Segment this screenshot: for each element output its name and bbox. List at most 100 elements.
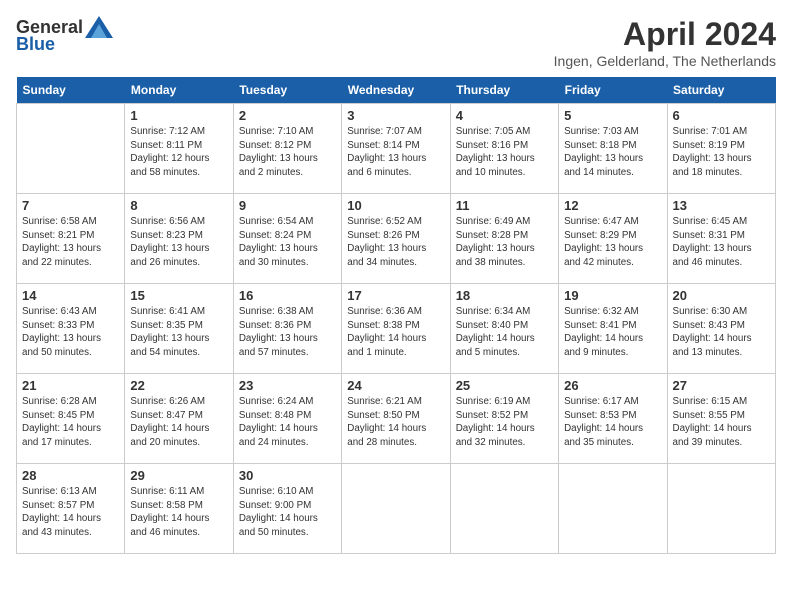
calendar-day-cell: 4 Sunrise: 7:05 AM Sunset: 8:16 PM Daylig… [450, 104, 558, 194]
day-info: Sunrise: 7:05 AM Sunset: 8:16 PM Dayligh… [456, 125, 553, 180]
calendar-day-cell: 19 Sunrise: 6:32 AM Sunset: 8:41 PM Dayli… [559, 284, 667, 374]
day-info: Sunrise: 6:11 AM Sunset: 8:58 PM Dayligh… [130, 485, 227, 540]
calendar-day-cell: 2Sunrise: 7:10 AM Sunset: 8:12 PM Daylig… [233, 104, 341, 194]
calendar: SundayMondayTuesdayWednesdayThursdayFrid… [16, 77, 776, 554]
calendar-day-cell: 29 Sunrise: 6:11 AM Sunset: 8:58 PM Dayli… [125, 464, 233, 554]
day-info: Sunrise: 6:32 AM Sunset: 8:41 PM Dayligh… [564, 305, 661, 360]
day-info: Sunrise: 6:15 AM Sunset: 8:55 PM Dayligh… [673, 395, 770, 450]
calendar-day-cell [17, 104, 125, 194]
calendar-week-row: 21 Sunrise: 6:28 AM Sunset: 8:45 PM Dayli… [17, 374, 776, 464]
weekday-cell: Tuesday [233, 77, 341, 104]
location-title: Ingen, Gelderland, The Netherlands [554, 53, 776, 69]
calendar-week-row: 14Sunrise: 6:43 AM Sunset: 8:33 PM Dayli… [17, 284, 776, 374]
calendar-day-cell: 25 Sunrise: 6:19 AM Sunset: 8:52 PM Dayli… [450, 374, 558, 464]
day-number: 20 [673, 288, 770, 303]
day-number: 30 [239, 468, 336, 483]
day-info: Sunrise: 6:10 AM Sunset: 9:00 PM Dayligh… [239, 485, 336, 540]
day-number: 24 [347, 378, 444, 393]
day-info: Sunrise: 6:58 AM Sunset: 8:21 PM Dayligh… [22, 215, 119, 270]
day-info: Sunrise: 6:49 AM Sunset: 8:28 PM Dayligh… [456, 215, 553, 270]
day-number: 28 [22, 468, 119, 483]
day-info: Sunrise: 6:34 AM Sunset: 8:40 PM Dayligh… [456, 305, 553, 360]
day-info: Sunrise: 7:03 AM Sunset: 8:18 PM Dayligh… [564, 125, 661, 180]
day-info: Sunrise: 6:43 AM Sunset: 8:33 PM Dayligh… [22, 305, 119, 360]
calendar-day-cell: 5 Sunrise: 7:03 AM Sunset: 8:18 PM Daylig… [559, 104, 667, 194]
day-number: 29 [130, 468, 227, 483]
calendar-day-cell [667, 464, 775, 554]
day-info: Sunrise: 6:28 AM Sunset: 8:45 PM Dayligh… [22, 395, 119, 450]
day-info: Sunrise: 6:45 AM Sunset: 8:31 PM Dayligh… [673, 215, 770, 270]
day-number: 4 [456, 108, 553, 123]
calendar-day-cell: 28 Sunrise: 6:13 AM Sunset: 8:57 PM Dayli… [17, 464, 125, 554]
day-number: 18 [456, 288, 553, 303]
logo-icon [85, 16, 113, 38]
day-info: Sunrise: 7:01 AM Sunset: 8:19 PM Dayligh… [673, 125, 770, 180]
day-info: Sunrise: 6:47 AM Sunset: 8:29 PM Dayligh… [564, 215, 661, 270]
calendar-week-row: 7 Sunrise: 6:58 AM Sunset: 8:21 PM Daylig… [17, 194, 776, 284]
day-number: 15 [130, 288, 227, 303]
calendar-day-cell [342, 464, 450, 554]
logo-blue: Blue [16, 34, 55, 55]
day-info: Sunrise: 6:56 AM Sunset: 8:23 PM Dayligh… [130, 215, 227, 270]
calendar-week-row: 1Sunrise: 7:12 AM Sunset: 8:11 PM Daylig… [17, 104, 776, 194]
day-number: 13 [673, 198, 770, 213]
day-info: Sunrise: 6:19 AM Sunset: 8:52 PM Dayligh… [456, 395, 553, 450]
weekday-cell: Friday [559, 77, 667, 104]
weekday-cell: Sunday [17, 77, 125, 104]
calendar-day-cell: 13 Sunrise: 6:45 AM Sunset: 8:31 PM Dayli… [667, 194, 775, 284]
calendar-day-cell: 16Sunrise: 6:38 AM Sunset: 8:36 PM Dayli… [233, 284, 341, 374]
calendar-day-cell: 24Sunrise: 6:21 AM Sunset: 8:50 PM Dayli… [342, 374, 450, 464]
day-number: 12 [564, 198, 661, 213]
day-info: Sunrise: 7:10 AM Sunset: 8:12 PM Dayligh… [239, 125, 336, 180]
calendar-day-cell: 11Sunrise: 6:49 AM Sunset: 8:28 PM Dayli… [450, 194, 558, 284]
calendar-day-cell: 27 Sunrise: 6:15 AM Sunset: 8:55 PM Dayli… [667, 374, 775, 464]
calendar-body: 1Sunrise: 7:12 AM Sunset: 8:11 PM Daylig… [17, 104, 776, 554]
day-info: Sunrise: 6:17 AM Sunset: 8:53 PM Dayligh… [564, 395, 661, 450]
day-number: 9 [239, 198, 336, 213]
day-number: 22 [130, 378, 227, 393]
day-number: 26 [564, 378, 661, 393]
day-number: 27 [673, 378, 770, 393]
calendar-day-cell: 8 Sunrise: 6:56 AM Sunset: 8:23 PM Daylig… [125, 194, 233, 284]
calendar-day-cell: 26 Sunrise: 6:17 AM Sunset: 8:53 PM Dayli… [559, 374, 667, 464]
day-number: 1 [130, 108, 227, 123]
calendar-week-row: 28 Sunrise: 6:13 AM Sunset: 8:57 PM Dayli… [17, 464, 776, 554]
day-info: Sunrise: 6:13 AM Sunset: 8:57 PM Dayligh… [22, 485, 119, 540]
page-header: General Blue April 2024 Ingen, Gelderlan… [16, 16, 776, 69]
day-number: 6 [673, 108, 770, 123]
day-number: 5 [564, 108, 661, 123]
day-info: Sunrise: 6:24 AM Sunset: 8:48 PM Dayligh… [239, 395, 336, 450]
month-title: April 2024 [554, 16, 776, 53]
day-number: 7 [22, 198, 119, 213]
calendar-day-cell: 14Sunrise: 6:43 AM Sunset: 8:33 PM Dayli… [17, 284, 125, 374]
day-info: Sunrise: 6:30 AM Sunset: 8:43 PM Dayligh… [673, 305, 770, 360]
day-info: Sunrise: 6:41 AM Sunset: 8:35 PM Dayligh… [130, 305, 227, 360]
calendar-day-cell: 7 Sunrise: 6:58 AM Sunset: 8:21 PM Daylig… [17, 194, 125, 284]
weekday-cell: Monday [125, 77, 233, 104]
day-number: 16 [239, 288, 336, 303]
calendar-day-cell: 21 Sunrise: 6:28 AM Sunset: 8:45 PM Dayli… [17, 374, 125, 464]
calendar-day-cell [559, 464, 667, 554]
day-number: 23 [239, 378, 336, 393]
title-area: April 2024 Ingen, Gelderland, The Nether… [554, 16, 776, 69]
day-number: 3 [347, 108, 444, 123]
weekday-header-row: SundayMondayTuesdayWednesdayThursdayFrid… [17, 77, 776, 104]
calendar-day-cell: 17 Sunrise: 6:36 AM Sunset: 8:38 PM Dayli… [342, 284, 450, 374]
calendar-day-cell: 12 Sunrise: 6:47 AM Sunset: 8:29 PM Dayli… [559, 194, 667, 284]
day-info: Sunrise: 6:36 AM Sunset: 8:38 PM Dayligh… [347, 305, 444, 360]
day-number: 17 [347, 288, 444, 303]
day-info: Sunrise: 7:07 AM Sunset: 8:14 PM Dayligh… [347, 125, 444, 180]
day-number: 21 [22, 378, 119, 393]
day-number: 19 [564, 288, 661, 303]
day-info: Sunrise: 6:26 AM Sunset: 8:47 PM Dayligh… [130, 395, 227, 450]
calendar-day-cell: 22 Sunrise: 6:26 AM Sunset: 8:47 PM Dayli… [125, 374, 233, 464]
calendar-day-cell: 3 Sunrise: 7:07 AM Sunset: 8:14 PM Daylig… [342, 104, 450, 194]
weekday-cell: Saturday [667, 77, 775, 104]
calendar-day-cell: 20 Sunrise: 6:30 AM Sunset: 8:43 PM Dayli… [667, 284, 775, 374]
day-number: 8 [130, 198, 227, 213]
calendar-day-cell: 15 Sunrise: 6:41 AM Sunset: 8:35 PM Dayli… [125, 284, 233, 374]
calendar-day-cell: 10Sunrise: 6:52 AM Sunset: 8:26 PM Dayli… [342, 194, 450, 284]
day-number: 25 [456, 378, 553, 393]
calendar-day-cell [450, 464, 558, 554]
calendar-day-cell: 18 Sunrise: 6:34 AM Sunset: 8:40 PM Dayli… [450, 284, 558, 374]
